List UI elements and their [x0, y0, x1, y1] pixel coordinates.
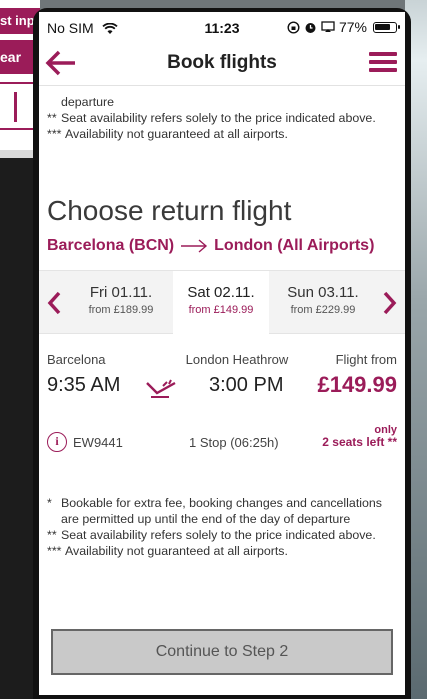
- route-origin: Barcelona (BCN): [47, 237, 175, 254]
- status-indicators: 77%: [287, 19, 400, 35]
- footnote-mark: ***: [47, 127, 62, 141]
- date-option[interactable]: Fri 01.11. from £189.99: [73, 271, 169, 333]
- menu-line: [369, 60, 397, 64]
- footnotes-top: departure ** Seat availability refers so…: [47, 94, 397, 142]
- stops-info: 1 Stop (06:25h): [189, 435, 279, 450]
- date-label: Sun 03.11.: [287, 284, 359, 301]
- footnote-text: Availability not guaranteed at all airpo…: [65, 544, 288, 558]
- screen-mirroring-icon: [321, 21, 335, 32]
- phone-screen: No SIM 11:23 77% Book flights departure …: [39, 12, 405, 695]
- footnotes-bottom: * Bookable for extra fee, booking change…: [47, 495, 399, 559]
- footnote-text: Seat availability refers solely to the p…: [61, 111, 376, 125]
- chevron-left-icon[interactable]: [43, 289, 67, 317]
- date-price: from £189.99: [88, 304, 154, 316]
- footnote-item: ** Seat availability refers solely to th…: [47, 527, 399, 543]
- hamburger-menu-icon[interactable]: [369, 52, 397, 74]
- departure-time: 9:35 AM: [47, 374, 121, 396]
- date-selector: Fri 01.11. from £189.99 Sat 02.11. from …: [39, 270, 405, 335]
- footnote-continuation: departure: [61, 95, 115, 109]
- date-option-selected[interactable]: Sat 02.11. from £149.99: [173, 271, 269, 335]
- route-line: Barcelona (BCN) London (All Airports): [47, 237, 374, 255]
- section-heading: Choose return flight: [47, 195, 292, 226]
- rotation-lock-icon: [287, 20, 300, 34]
- origin-label: Barcelona: [47, 352, 106, 367]
- footnote-item: ** Seat availability refers solely to th…: [47, 110, 397, 126]
- menu-line: [369, 68, 397, 72]
- battery-percent: 77%: [338, 19, 367, 35]
- footnote-item: *** Availability not guaranteed at all a…: [47, 126, 397, 142]
- status-bar: No SIM 11:23 77%: [39, 12, 405, 40]
- footnote-mark: ***: [47, 544, 62, 558]
- route-arrow-icon: [181, 239, 208, 253]
- date-label: Fri 01.11.: [89, 284, 153, 301]
- seats-left-label: 2 seats left **: [322, 435, 397, 449]
- battery-icon: [373, 21, 400, 33]
- flight-number: EW9441: [73, 435, 123, 450]
- date-price: from £149.99: [188, 304, 254, 316]
- flight-price: £149.99: [317, 372, 397, 397]
- arrival-time: 3:00 PM: [209, 374, 284, 396]
- plane-landing-icon: [146, 379, 176, 398]
- footnote-mark: **: [47, 528, 57, 542]
- footnote-text: Bookable for extra fee, booking changes …: [61, 496, 382, 526]
- page-title: Book flights: [167, 52, 277, 73]
- phone-frame: No SIM 11:23 77% Book flights departure …: [33, 8, 411, 699]
- route-destination: London (All Airports): [214, 237, 375, 254]
- destination-label: London Heathrow: [185, 352, 289, 367]
- footnote-mark: **: [47, 111, 57, 125]
- menu-line: [369, 52, 397, 56]
- price-label: Flight from: [335, 352, 397, 367]
- footnote-item: * Bookable for extra fee, booking change…: [47, 495, 399, 527]
- date-option[interactable]: Sun 03.11. from £229.99: [275, 271, 371, 333]
- footnote-item: *** Availability not guaranteed at all a…: [47, 543, 399, 559]
- app-header: Book flights: [39, 40, 405, 86]
- footnote-text: Availability not guaranteed at all airpo…: [65, 127, 288, 141]
- footnote-text: Seat availability refers solely to the p…: [61, 528, 376, 542]
- chevron-right-icon[interactable]: [377, 289, 401, 317]
- alarm-icon: [305, 22, 316, 33]
- date-price: from £229.99: [290, 304, 356, 316]
- continue-button[interactable]: Continue to Step 2: [51, 629, 393, 675]
- date-label: Sat 02.11.: [187, 284, 255, 301]
- info-icon[interactable]: i: [47, 432, 67, 452]
- flight-option[interactable]: Barcelona London Heathrow Flight from 9:…: [39, 334, 405, 474]
- seats-left: only 2 seats left **: [322, 424, 397, 448]
- footnote-mark: *: [47, 496, 52, 510]
